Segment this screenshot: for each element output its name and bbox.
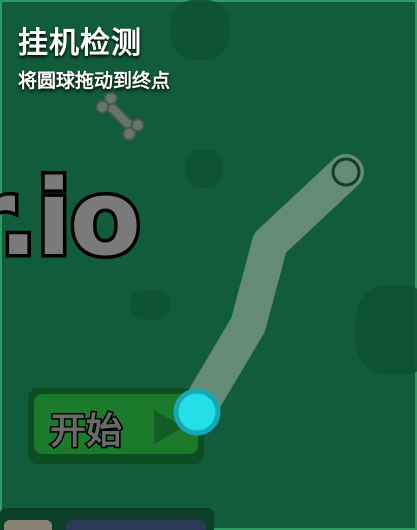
captcha-title: 挂机检测	[18, 26, 142, 61]
captcha-panel: r.io 开始 挂机检测 将圆球拖动到终点	[0, 0, 417, 530]
captcha-instruction: 将圆球拖动到终点	[18, 70, 171, 92]
drag-ball[interactable]	[173, 388, 221, 436]
track-path	[179, 154, 364, 429]
